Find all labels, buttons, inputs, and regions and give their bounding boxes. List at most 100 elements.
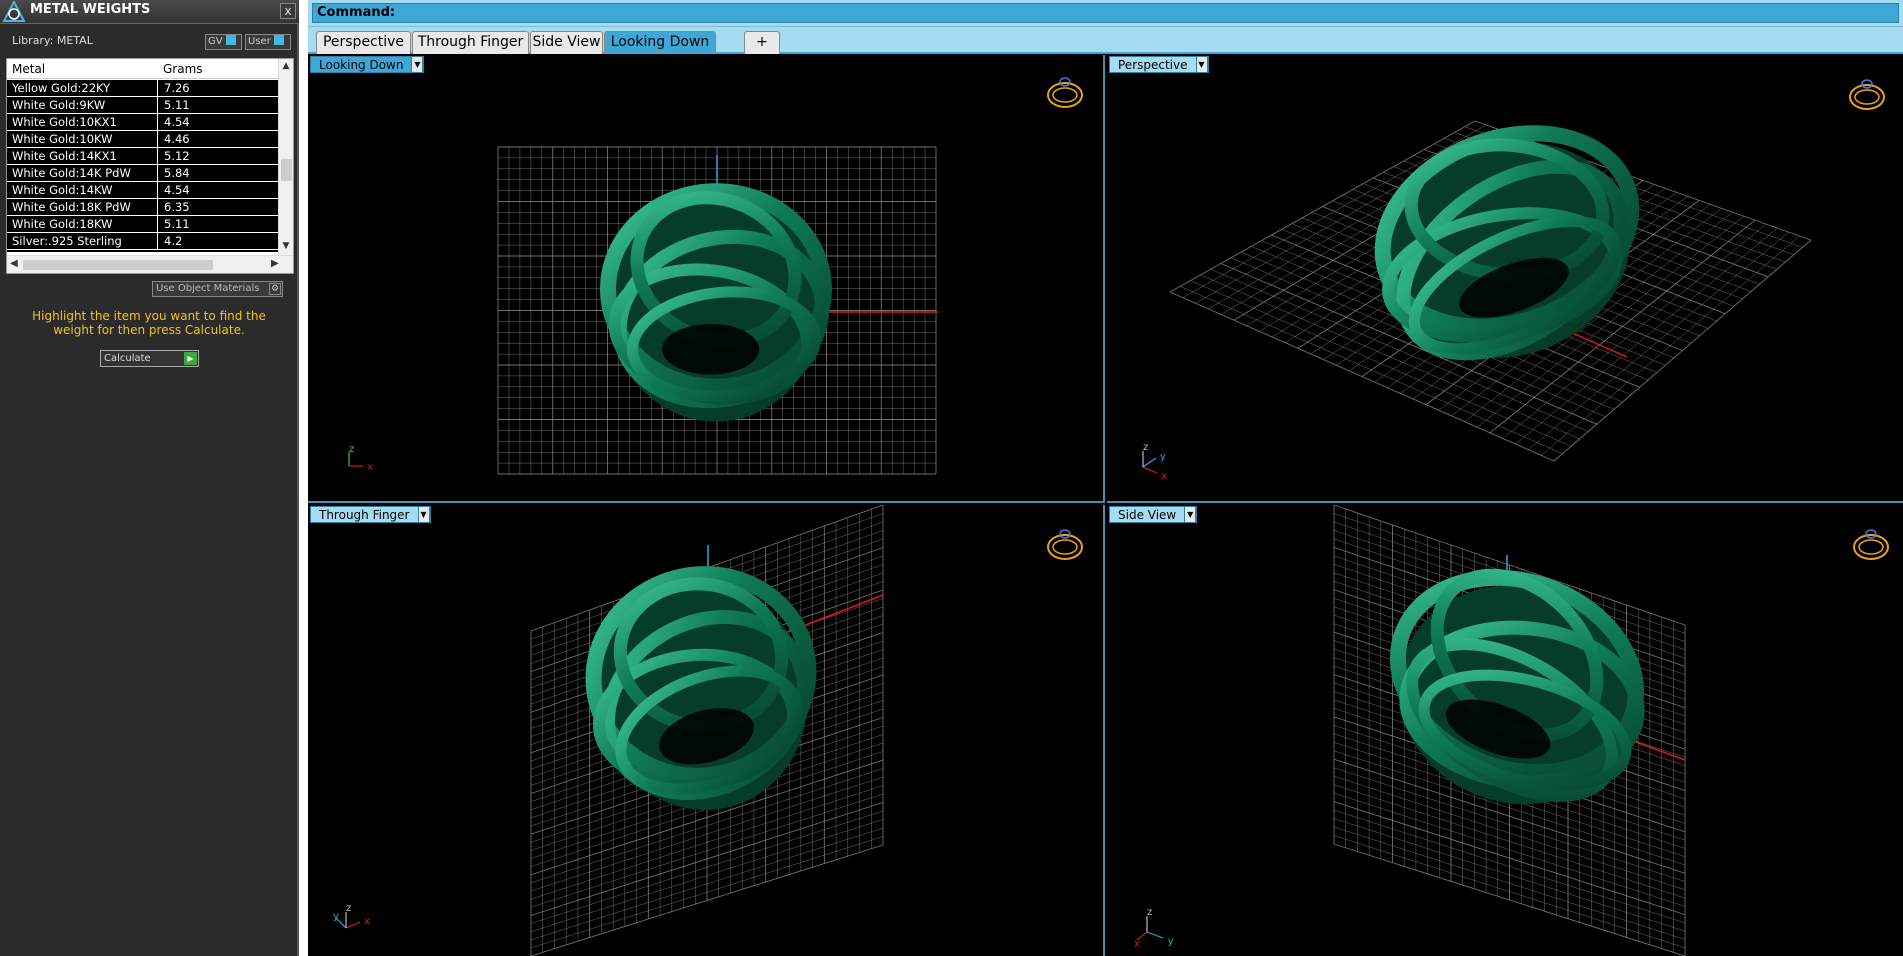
axis-triad-icon: xz [348, 444, 373, 473]
chevron-down-icon[interactable]: ▼ [1195, 56, 1208, 73]
axis-label: x [1134, 938, 1140, 949]
axis-line [1146, 931, 1164, 939]
metal-cell: Silver:.925 Sterling [12, 234, 122, 248]
axis-label: y [333, 911, 339, 922]
ring-icon-inner [1052, 87, 1078, 103]
ring-icon-inner [1052, 539, 1078, 555]
use-object-materials-button[interactable]: Use Object Materials ⚙ [152, 281, 283, 297]
table-row[interactable]: Silver:.925 Sterling 4.2 [7, 233, 278, 250]
panel-header: METAL WEIGHTS x [0, 0, 299, 24]
viewport-scene: xz [348, 77, 1083, 475]
horizontal-scrollbar[interactable]: ◀ ▶ [7, 255, 293, 273]
scroll-thumb[interactable] [281, 159, 292, 181]
grams-cell: 5.84 [157, 165, 277, 181]
table-row[interactable]: White Gold:14K PdW 5.84 [7, 165, 278, 182]
viewport-label-text: Side View [1118, 508, 1177, 522]
tab-perspective[interactable]: Perspective [316, 31, 411, 54]
play-icon: ▶ [184, 352, 197, 365]
axis-triad-icon: x y z [1134, 907, 1174, 949]
axis-label: z [1147, 907, 1152, 918]
toggle-knob-icon [273, 35, 284, 45]
toggle-knob-icon [225, 35, 236, 45]
panel-resizer[interactable] [299, 0, 308, 956]
ring-icon-inner [1858, 539, 1884, 555]
chevron-left-icon[interactable]: ◀ [10, 258, 18, 269]
grams-cell: 5.11 [157, 97, 277, 113]
gv-toggle[interactable]: GV [205, 34, 242, 50]
viewport-label-looking-down[interactable]: Looking Down ▼ [310, 56, 425, 73]
viewport-label-side-view[interactable]: Side View ▼ [1109, 506, 1198, 523]
scroll-thumb[interactable] [23, 260, 213, 270]
chevron-right-icon[interactable]: ▶ [271, 258, 279, 269]
viewport-side-view[interactable]: x y z Side View ▼ [1107, 505, 1903, 956]
column-header-metal[interactable]: Metal [12, 62, 45, 76]
ring-view-icon[interactable] [1849, 79, 1885, 110]
axis-label: y [1160, 451, 1166, 462]
tab-looking-down[interactable]: Looking Down [604, 31, 716, 54]
ring-icon-inner [1854, 89, 1880, 105]
axis-label: z [1143, 442, 1148, 453]
table-row[interactable]: White Gold:14KX1 5.12 [7, 148, 278, 165]
library-label: Library: METAL [12, 34, 93, 47]
viewport-label-through-finger[interactable]: Through Finger ▼ [310, 506, 431, 523]
user-label: User [248, 36, 271, 47]
metal-weights-panel: METAL WEIGHTS x Library: METAL GV User M… [0, 0, 299, 956]
axis-label: y [1168, 936, 1174, 947]
grams-cell: 4.54 [157, 182, 277, 198]
close-button[interactable]: x [280, 3, 296, 19]
metal-cell: White Gold:14KX1 [12, 149, 117, 163]
viewport-label-text: Perspective [1118, 58, 1188, 72]
ring-hole [662, 323, 760, 375]
axis-line [1142, 466, 1158, 474]
grams-cell: 6.35 [157, 199, 277, 215]
view-tab-strip: Perspective Through Finger Side View Loo… [308, 27, 1903, 54]
ring-view-icon[interactable] [1853, 529, 1889, 560]
metal-cell: White Gold:14K PdW [12, 166, 131, 180]
ring-view-icon[interactable] [1047, 77, 1083, 108]
table-row[interactable]: White Gold:14KW 4.54 [7, 182, 278, 199]
table-row[interactable]: White Gold:10KX1 4.54 [7, 114, 278, 131]
axis-triad-icon: xy z [1142, 442, 1167, 482]
add-tab-button[interactable]: + [744, 31, 780, 54]
chevron-down-icon[interactable]: ▼ [281, 241, 291, 251]
chevron-down-icon[interactable]: ▼ [417, 506, 430, 523]
table-row[interactable]: White Gold:18K PdW 6.35 [7, 199, 278, 216]
calculate-button[interactable]: Calculate ▶ [100, 350, 199, 367]
tab-side-view[interactable]: Side View [530, 31, 603, 54]
axis-triad-icon: xyz [333, 903, 370, 929]
axis-line [345, 921, 361, 929]
metal-cell: White Gold:10KX1 [12, 115, 117, 129]
axis-line [1142, 457, 1157, 468]
column-header-grams[interactable]: Grams [163, 62, 203, 76]
chevron-down-icon[interactable]: ▼ [411, 56, 424, 73]
axis-label: x [364, 916, 370, 927]
viewport-label-text: Through Finger [319, 508, 410, 522]
viewport-label-perspective[interactable]: Perspective ▼ [1109, 56, 1209, 73]
viewport-scene: xyz [333, 505, 1083, 956]
table-row[interactable]: White Gold:18KW 5.11 [7, 216, 278, 233]
user-toggle[interactable]: User [245, 34, 291, 50]
command-bar: Command: [308, 0, 1903, 27]
grams-cell: 5.12 [157, 148, 277, 164]
tab-through-finger[interactable]: Through Finger [412, 31, 529, 54]
metal-cell: White Gold:14KW [12, 183, 113, 197]
command-input[interactable]: Command: [312, 3, 1899, 23]
chevron-up-icon[interactable]: ▲ [281, 61, 291, 71]
hint-text: Highlight the item you want to find the … [32, 309, 266, 337]
viewport-through-finger[interactable]: x yz Through Finger ▼ [308, 505, 1105, 956]
axis-label: x [1161, 471, 1167, 482]
viewport-perspective[interactable]: xy z Perspective ▼ [1107, 55, 1903, 503]
viewport-scene: x y z [1134, 505, 1889, 956]
gv-label: GV [208, 36, 223, 47]
table-row[interactable]: Yellow Gold:22KY 7.26 [7, 80, 278, 97]
grams-cell: 7.26 [157, 80, 277, 96]
table-row[interactable]: White Gold:10KW 4.46 [7, 131, 278, 148]
chevron-down-icon[interactable]: ▼ [1184, 506, 1197, 523]
table-row[interactable]: White Gold:9KW 5.11 [7, 97, 278, 114]
ring-view-icon[interactable] [1047, 529, 1083, 560]
viewport-looking-down[interactable]: xz Looking Down ▼ [308, 55, 1105, 503]
gear-icon[interactable]: ⚙ [269, 283, 281, 295]
metal-cell: White Gold:18KW [12, 217, 113, 231]
vertical-scrollbar[interactable]: ▲ ▼ [278, 59, 293, 255]
metal-cell: White Gold:18K PdW [12, 200, 131, 214]
